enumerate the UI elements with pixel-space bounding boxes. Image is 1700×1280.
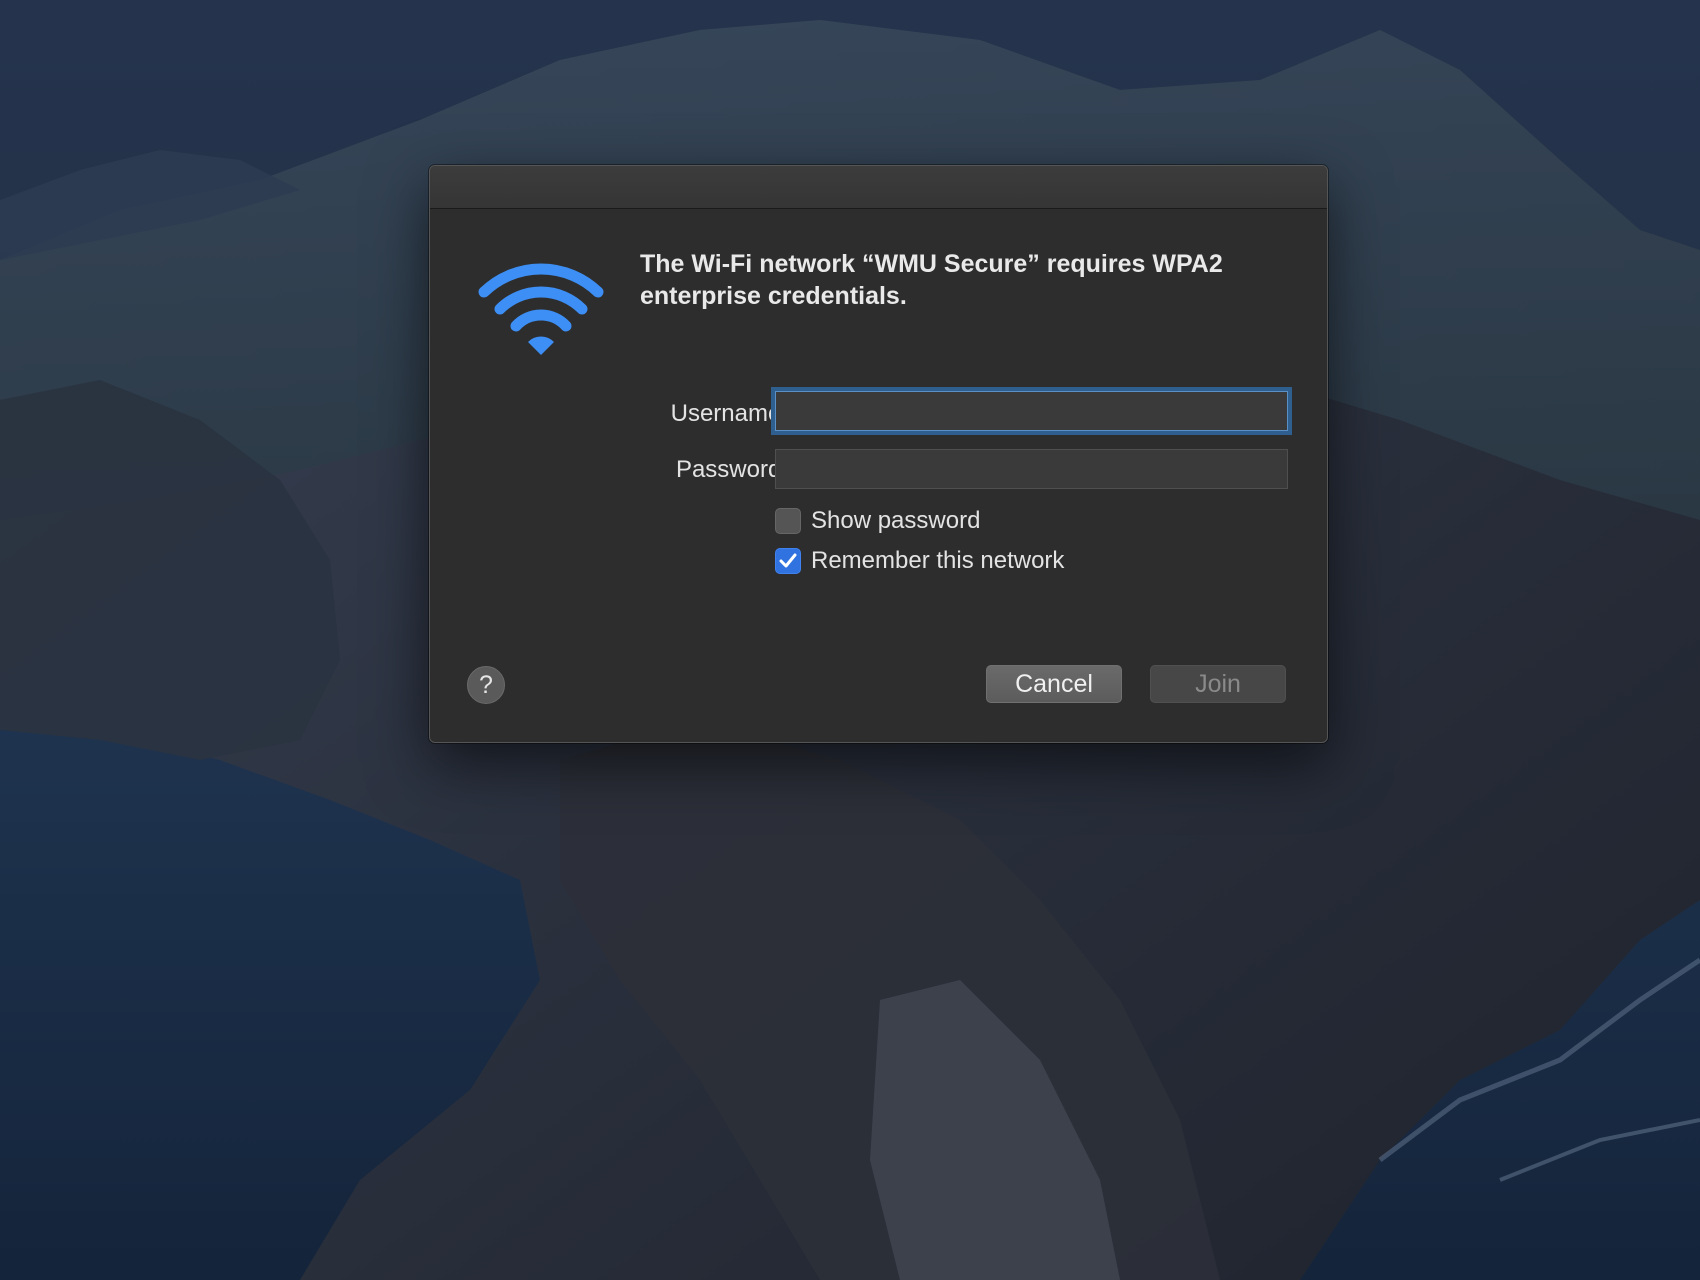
join-button[interactable]: Join [1150, 665, 1286, 703]
password-label: Password: [675, 456, 788, 483]
help-button[interactable]: ? [467, 666, 505, 704]
show-password-label: Show password [811, 507, 981, 534]
password-input[interactable] [775, 449, 1288, 489]
cancel-button[interactable]: Cancel [986, 665, 1122, 703]
username-input[interactable] [775, 391, 1288, 431]
username-label: Username: [670, 400, 788, 427]
remember-network-label: Remember this network [811, 547, 1065, 574]
wifi-icon [478, 263, 604, 355]
remember-network-option[interactable]: Remember this network [775, 547, 1064, 575]
show-password-option[interactable]: Show password [775, 507, 980, 535]
wifi-credentials-dialog: The Wi-Fi network “WMU Secure” requires … [429, 165, 1328, 743]
dialog-message: The Wi-Fi network “WMU Secure” requires … [640, 250, 1223, 310]
dialog-titlebar[interactable] [430, 166, 1327, 209]
checkmark-icon [779, 553, 797, 568]
remember-network-checkbox[interactable] [775, 548, 801, 574]
show-password-checkbox[interactable] [775, 508, 801, 534]
desktop: The Wi-Fi network “WMU Secure” requires … [0, 0, 1700, 1280]
